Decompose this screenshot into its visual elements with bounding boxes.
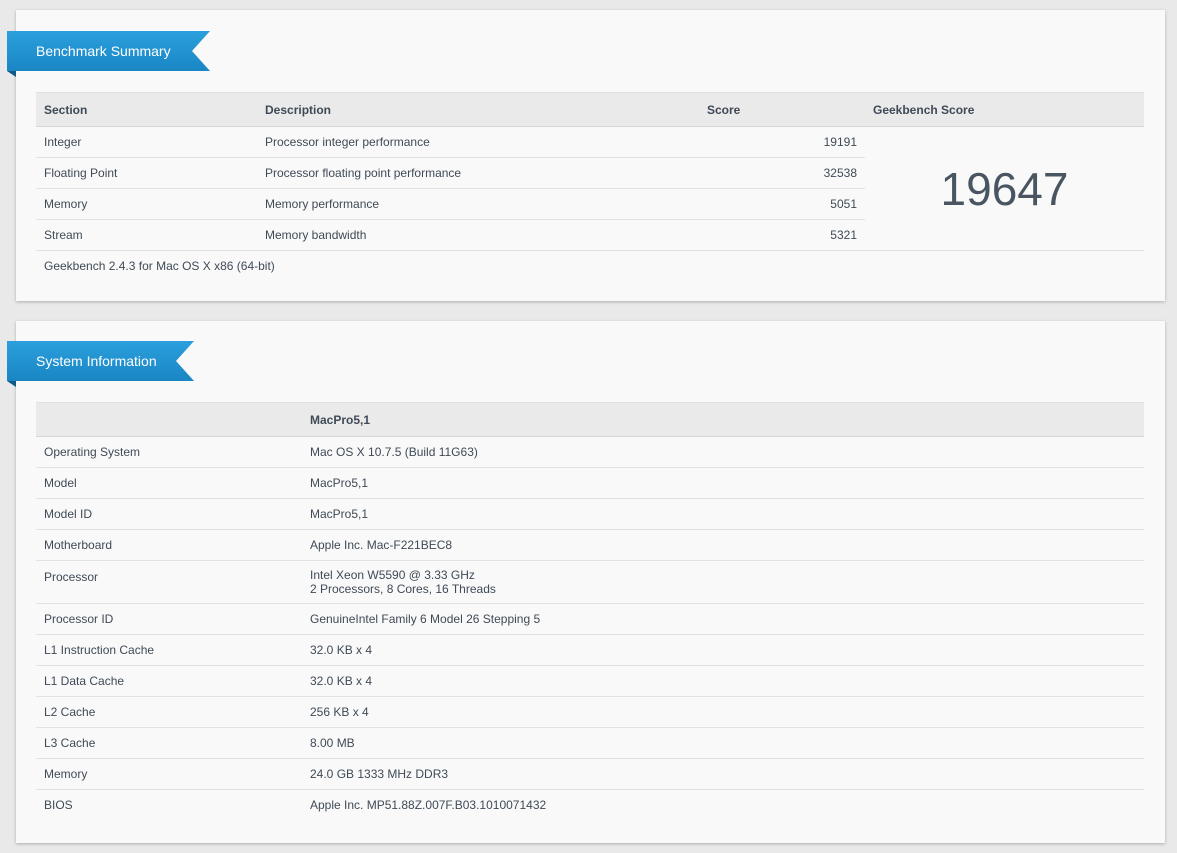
info-label: L2 Cache <box>36 696 302 728</box>
geekbench-score-value: 19647 <box>865 126 1144 251</box>
table-header-row: Section Description Score Geekbench Scor… <box>36 92 1144 127</box>
table-header-row: MacPro5,1 <box>36 402 1144 437</box>
info-value: 256 KB x 4 <box>302 696 1144 728</box>
table-row: Processor Intel Xeon W5590 @ 3.33 GHz 2 … <box>36 560 1144 604</box>
header-section: Section <box>36 92 257 127</box>
info-label: L1 Data Cache <box>36 665 302 697</box>
section-cell: Memory <box>36 188 257 220</box>
info-value: MacPro5,1 <box>302 467 1144 499</box>
description-cell: Memory performance <box>257 188 699 220</box>
info-label: Memory <box>36 758 302 790</box>
table-row: L3 Cache 8.00 MB <box>36 727 1144 759</box>
header-description: Description <box>257 92 699 127</box>
benchmark-summary-panel: Benchmark Summary Section Description Sc… <box>7 10 1165 301</box>
score-cell: 19191 <box>699 126 865 158</box>
info-label: BIOS <box>44 798 73 813</box>
benchmark-table: Section Description Score Geekbench Scor… <box>36 92 1144 282</box>
table-row: BIOS Apple Inc. MP51.88Z.007F.B03.101007… <box>36 790 1144 821</box>
score-cell: 5321 <box>699 219 865 251</box>
info-label: Operating System <box>36 436 302 468</box>
header-machine: MacPro5,1 <box>302 402 1144 437</box>
score-cell: 32538 <box>699 157 865 189</box>
info-label: Model ID <box>36 498 302 530</box>
info-value: GenuineIntel Family 6 Model 26 Stepping … <box>302 603 1144 635</box>
table-row: Memory 24.0 GB 1333 MHz DDR3 <box>36 758 1144 790</box>
processor-topology: 2 Processors, 8 Cores, 16 Threads <box>310 582 496 596</box>
section-cell: Floating Point <box>36 157 257 189</box>
info-label: Processor ID <box>36 603 302 635</box>
info-value: 8.00 MB <box>302 727 1144 759</box>
table-row: Model MacPro5,1 <box>36 467 1144 499</box>
info-value: 32.0 KB x 4 <box>302 634 1144 666</box>
system-info-table: MacPro5,1 Operating System Mac OS X 10.7… <box>36 402 1144 821</box>
section-cell: Integer <box>36 126 257 158</box>
info-label: Model <box>36 467 302 499</box>
description-cell: Processor floating point performance <box>257 157 699 189</box>
ribbon-fold <box>7 381 16 387</box>
info-value: Apple Inc. Mac-F221BEC8 <box>302 529 1144 561</box>
info-value: 24.0 GB 1333 MHz DDR3 <box>302 758 1144 790</box>
score-cell: 5051 <box>699 188 865 220</box>
info-label: L3 Cache <box>36 727 302 759</box>
section-cell: Stream <box>36 219 257 251</box>
table-row: L1 Data Cache 32.0 KB x 4 <box>36 665 1144 697</box>
system-information-panel: System Information MacPro5,1 Operating S… <box>7 321 1165 843</box>
info-label: Processor <box>36 560 302 604</box>
info-value: Apple Inc. MP51.88Z.007F.B03.1010071432 <box>310 798 547 813</box>
description-cell: Memory bandwidth <box>257 219 699 251</box>
ribbon-fold <box>7 71 16 77</box>
geekbench-version-note: Geekbench 2.4.3 for Mac OS X x86 (64-bit… <box>44 259 275 274</box>
info-value: Mac OS X 10.7.5 (Build 11G63) <box>302 436 1144 468</box>
benchmark-summary-title: Benchmark Summary <box>7 31 210 71</box>
info-value: MacPro5,1 <box>302 498 1144 530</box>
table-row: L2 Cache 256 KB x 4 <box>36 696 1144 728</box>
info-value: 32.0 KB x 4 <box>302 665 1144 697</box>
header-geekbench-score: Geekbench Score <box>865 92 1144 127</box>
table-row: Processor ID GenuineIntel Family 6 Model… <box>36 603 1144 635</box>
processor-model: Intel Xeon W5590 @ 3.33 GHz <box>310 568 475 582</box>
table-row: Motherboard Apple Inc. Mac-F221BEC8 <box>36 529 1144 561</box>
table-row: Integer Processor integer performance 19… <box>36 126 1144 251</box>
table-row: Operating System Mac OS X 10.7.5 (Build … <box>36 436 1144 468</box>
table-row: L1 Instruction Cache 32.0 KB x 4 <box>36 634 1144 666</box>
system-information-title: System Information <box>7 341 194 381</box>
header-score: Score <box>699 92 865 127</box>
info-value-processor: Intel Xeon W5590 @ 3.33 GHz 2 Processors… <box>302 560 1144 604</box>
header-blank <box>36 402 302 437</box>
footnote-row: Geekbench 2.4.3 for Mac OS X x86 (64-bit… <box>36 251 1144 282</box>
info-label: Motherboard <box>36 529 302 561</box>
description-cell: Processor integer performance <box>257 126 699 158</box>
info-label: L1 Instruction Cache <box>36 634 302 666</box>
table-row: Model ID MacPro5,1 <box>36 498 1144 530</box>
